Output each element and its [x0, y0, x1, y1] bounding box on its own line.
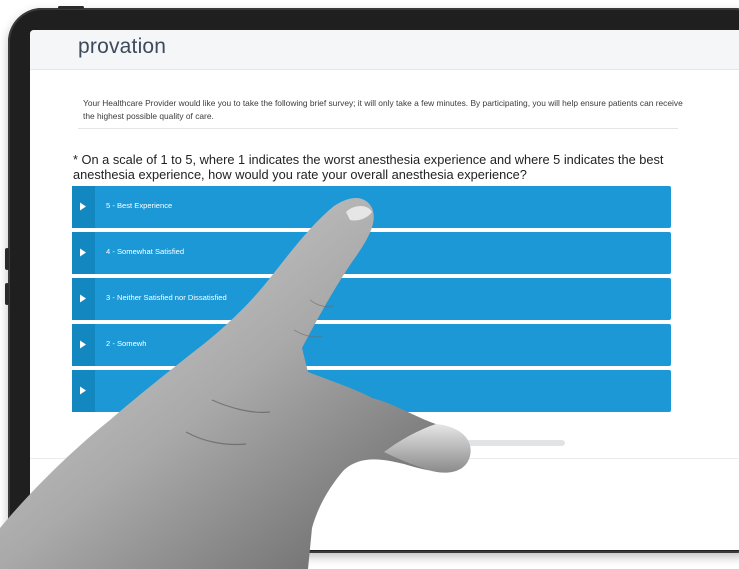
- option-tab: [72, 186, 95, 228]
- footer-divider: [30, 458, 739, 459]
- option-label: 3 - Neither Satisfied nor Dissatisfied: [106, 293, 227, 302]
- chevron-right-icon: [80, 294, 86, 303]
- chevron-right-icon: [80, 202, 86, 211]
- option-tab: [72, 232, 95, 274]
- option-4-somewhat-satisfied[interactable]: 4 - Somewhat Satisfied: [72, 232, 671, 274]
- option-3-neutral[interactable]: 3 - Neither Satisfied nor Dissatisfied: [72, 278, 671, 320]
- chevron-right-icon: [80, 340, 86, 349]
- option-label: 5 - Best Experience: [106, 201, 173, 210]
- tablet-top-button: [58, 6, 84, 9]
- option-5-best-experience[interactable]: 5 - Best Experience: [72, 186, 671, 228]
- progress-bar: [360, 440, 565, 446]
- option-2-somewhat-dissatisfied[interactable]: 2 - Somewh: [72, 324, 671, 366]
- tablet-side-button: [5, 283, 9, 305]
- app-header: provation: [30, 30, 739, 70]
- survey-intro: Your Healthcare Provider would like you …: [83, 98, 683, 121]
- survey-question: * On a scale of 1 to 5, where 1 indicate…: [73, 152, 664, 182]
- tablet-screen: provation Your Healthcare Provider would…: [30, 30, 739, 550]
- option-tab: [72, 370, 95, 412]
- chevron-right-icon: [80, 386, 86, 395]
- divider: [78, 128, 678, 129]
- chevron-right-icon: [80, 248, 86, 257]
- option-label: 2 - Somewh: [106, 339, 147, 348]
- tablet-side-button: [5, 248, 9, 270]
- option-label: 4 - Somewhat Satisfied: [106, 247, 185, 256]
- answer-options: 5 - Best Experience 4 - Somewhat Satisfi…: [72, 186, 672, 416]
- provation-logo: provation: [78, 35, 167, 58]
- option-tab: [72, 278, 95, 320]
- option-tab: [72, 324, 95, 366]
- option-1-worst-experience[interactable]: [72, 370, 671, 412]
